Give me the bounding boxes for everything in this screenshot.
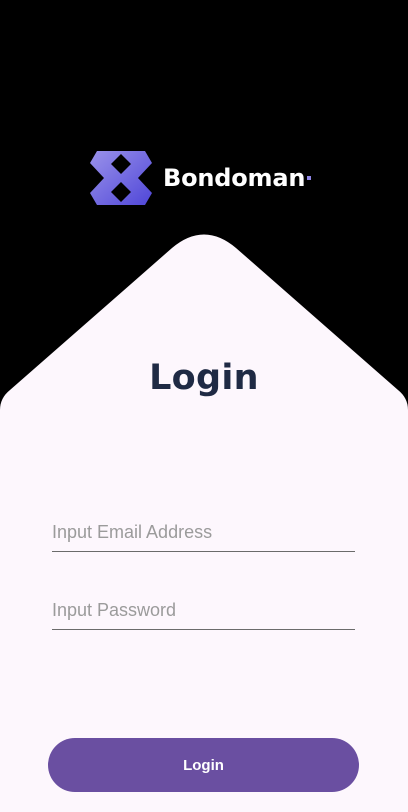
login-title: Login — [149, 358, 259, 398]
login-button[interactable]: Login — [48, 738, 359, 792]
login-card — [0, 234, 408, 812]
login-screen: Bondoman Login Login — [0, 0, 408, 812]
email-field[interactable] — [52, 516, 355, 552]
password-field[interactable] — [52, 594, 355, 630]
